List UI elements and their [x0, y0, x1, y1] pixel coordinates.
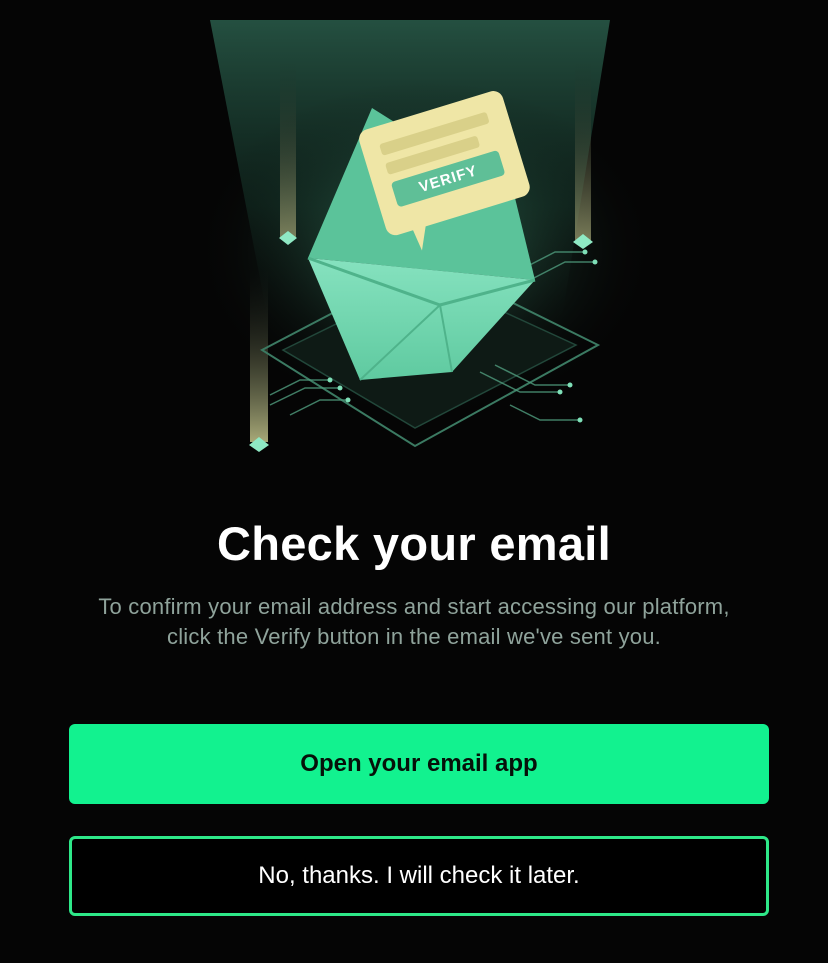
open-email-app-button[interactable]: Open your email app — [69, 724, 769, 804]
page-title: Check your email — [216, 517, 612, 570]
verify-email-screen: VERIFY Check your email To confirm your … — [0, 0, 828, 963]
envelope-verify-icon: VERIFY — [195, 20, 655, 452]
check-later-button[interactable]: No, thanks. I will check it later. — [69, 836, 769, 916]
page-description: To confirm your email address and start … — [98, 594, 730, 649]
